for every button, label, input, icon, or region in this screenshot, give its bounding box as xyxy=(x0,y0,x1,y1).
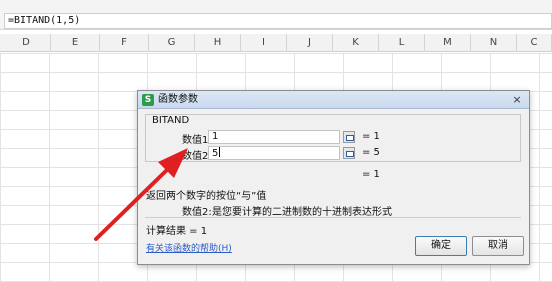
column-header-d[interactable]: D xyxy=(2,34,51,52)
arg1-input[interactable]: 1 xyxy=(208,130,340,144)
column-header-h[interactable]: H xyxy=(195,34,241,52)
formula-bar: =BITAND(1,5) xyxy=(0,0,552,30)
column-header-f[interactable]: F xyxy=(100,34,149,52)
dialog-titlebar[interactable]: S 函数参数 × xyxy=(138,91,529,109)
column-header-e[interactable]: E xyxy=(51,34,100,52)
range-select-icon[interactable] xyxy=(343,147,355,159)
function-help-link[interactable]: 有关该函数的帮助(H) xyxy=(146,241,232,254)
text-cursor xyxy=(219,147,221,157)
column-header-m[interactable]: M xyxy=(425,34,471,52)
arg2-value: 5 xyxy=(212,148,219,159)
arg1-result: = 1 xyxy=(362,131,380,142)
param-description: 是您要计算的二进制数的十进制表达形式 xyxy=(212,207,392,218)
range-select-icon[interactable] xyxy=(343,131,355,143)
calculation-result: 计算结果 = 1 xyxy=(146,226,208,237)
formula-input[interactable]: =BITAND(1,5) xyxy=(4,13,552,29)
arg1-value: 1 xyxy=(212,131,219,142)
ok-button[interactable]: 确定 xyxy=(415,236,467,256)
dialog-divider xyxy=(145,217,521,218)
function-description: 返回两个数字的按位“与”值 xyxy=(146,191,267,202)
function-arguments-dialog: S 函数参数 × BITAND 数值1 1 = 1 数值2 5 = 5 = 1 … xyxy=(137,90,530,265)
close-icon[interactable]: × xyxy=(511,94,523,106)
formula-result: = 1 xyxy=(362,169,380,180)
column-header-g[interactable]: G xyxy=(149,34,195,52)
dialog-title: 函数参数 xyxy=(158,94,198,105)
formula-text: =BITAND(1,5) xyxy=(8,15,81,26)
cancel-button[interactable]: 取消 xyxy=(472,236,524,256)
column-header-n[interactable]: N xyxy=(471,34,517,52)
arg1-label: 数值1 xyxy=(182,135,209,146)
column-header-i[interactable]: I xyxy=(241,34,287,52)
column-header-j[interactable]: J xyxy=(287,34,333,52)
column-header-o[interactable]: C xyxy=(517,34,552,52)
arg2-label: 数值2 xyxy=(182,151,209,162)
column-header-row: D E F G H I J K L M N C xyxy=(0,34,552,52)
function-name: BITAND xyxy=(152,115,190,126)
arg2-input[interactable]: 5 xyxy=(208,146,340,160)
wps-spreadsheet-icon: S xyxy=(142,94,154,106)
column-header-k[interactable]: K xyxy=(333,34,379,52)
column-header-l[interactable]: L xyxy=(379,34,425,52)
arg2-result: = 5 xyxy=(362,147,380,158)
param-name: 数值2: xyxy=(182,207,212,218)
